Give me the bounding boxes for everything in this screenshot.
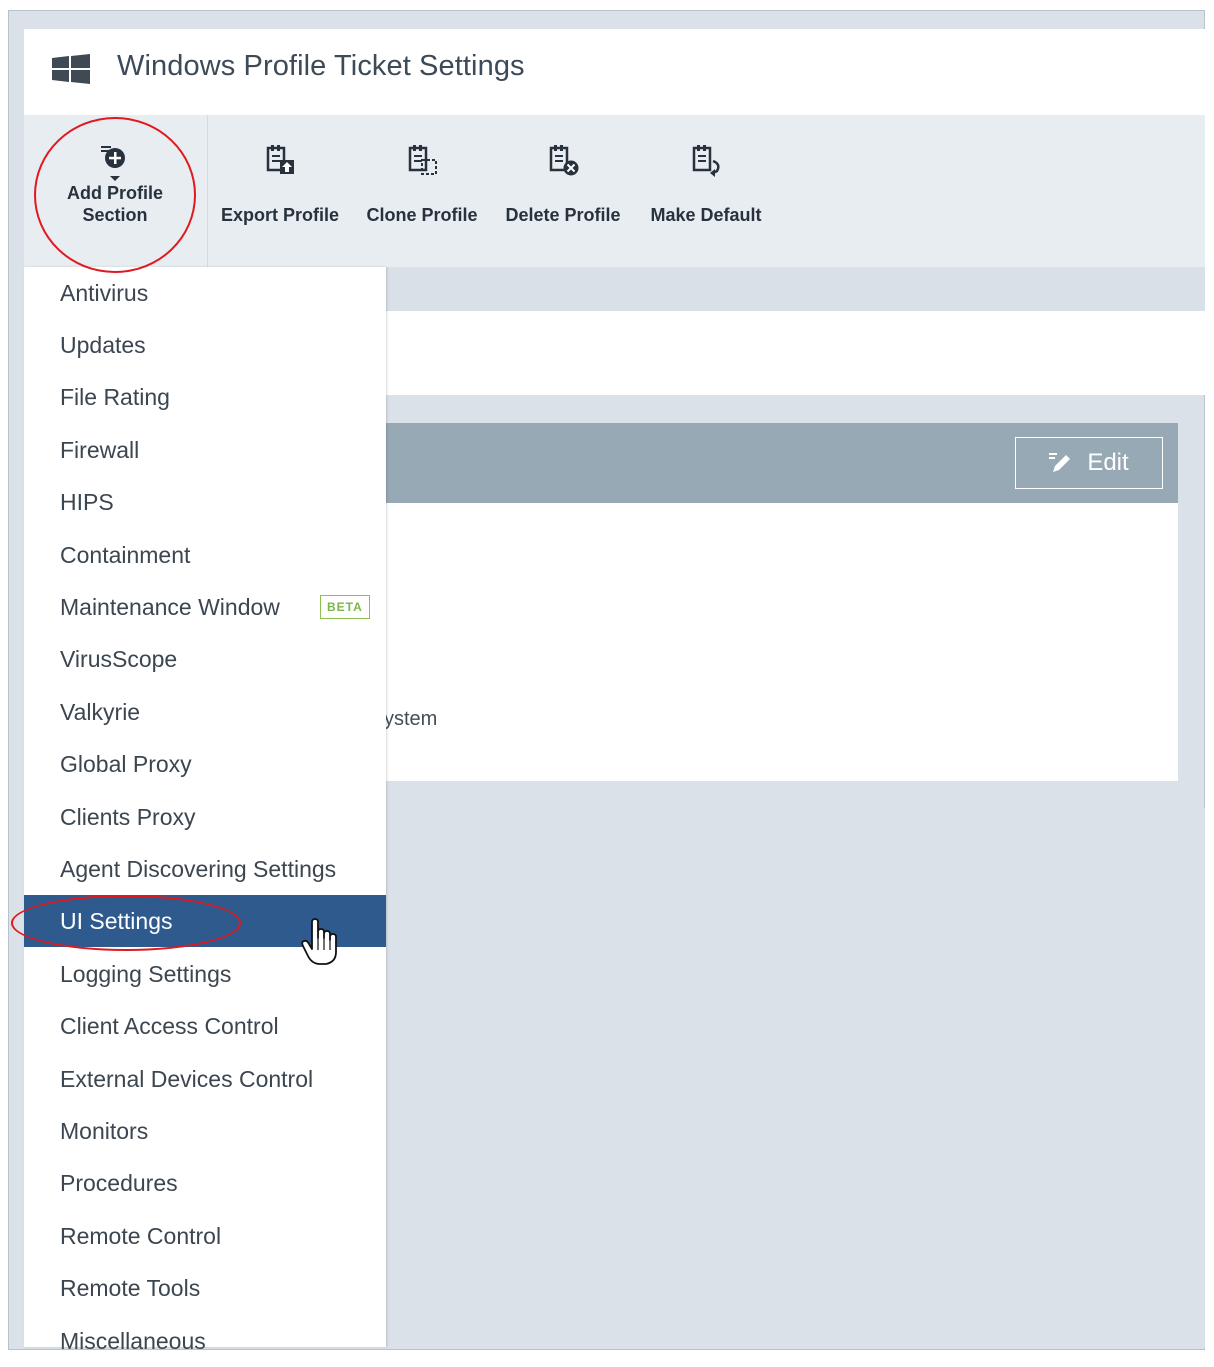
make-default-button[interactable]: Make Default — [645, 140, 767, 226]
menu-item-antivirus[interactable]: Antivirus — [24, 267, 386, 319]
menu-item-remote-control[interactable]: Remote Control — [24, 1210, 386, 1262]
menu-item-containment[interactable]: Containment — [24, 529, 386, 581]
menu-item-updates[interactable]: Updates — [24, 319, 386, 371]
menu-item-external-devices-control[interactable]: External Devices Control — [24, 1053, 386, 1105]
menu-item-clients-proxy[interactable]: Clients Proxy — [24, 791, 386, 843]
menu-item-procedures[interactable]: Procedures — [24, 1157, 386, 1209]
clone-icon — [408, 145, 437, 175]
edit-button[interactable]: Edit — [1015, 437, 1163, 489]
menu-item-hips[interactable]: HIPS — [24, 476, 386, 528]
add-profile-section-button[interactable]: Add Profile Section — [62, 140, 168, 226]
windows-logo-icon — [52, 54, 90, 84]
edit-icon — [1049, 453, 1071, 472]
clone-profile-button[interactable]: Clone Profile — [363, 140, 481, 226]
make-default-icon — [692, 145, 720, 177]
delete-profile-button[interactable]: Delete Profile — [501, 140, 625, 226]
menu-item-maintenance-window-label: Maintenance Window — [60, 594, 280, 620]
export-profile-label: Export Profile — [220, 205, 340, 225]
clone-profile-label: Clone Profile — [366, 205, 478, 225]
add-section-dropdown-menu: Antivirus Updates File Rating Firewall H… — [24, 267, 386, 1354]
add-section-icon — [101, 146, 125, 181]
menu-item-client-access-control[interactable]: Client Access Control — [24, 1000, 386, 1052]
edit-label: Edit — [1087, 449, 1129, 476]
toolbar-separator — [207, 115, 208, 267]
page-title: Windows Profile Ticket Settings — [117, 50, 525, 82]
menu-item-virusscope[interactable]: VirusScope — [24, 633, 386, 685]
menu-item-file-rating[interactable]: File Rating — [24, 371, 386, 423]
menu-item-firewall[interactable]: Firewall — [24, 424, 386, 476]
section-partial-text: ystem — [384, 708, 438, 730]
menu-item-miscellaneous[interactable]: Miscellaneous — [24, 1315, 386, 1367]
delete-icon — [549, 145, 579, 176]
make-default-label: Make Default — [650, 205, 762, 225]
export-icon — [266, 145, 294, 174]
menu-item-maintenance-window[interactable]: Maintenance Window BETA — [24, 581, 386, 633]
add-profile-label-line2: Section — [82, 205, 148, 225]
menu-item-agent-discovering-settings[interactable]: Agent Discovering Settings — [24, 843, 386, 895]
export-profile-button[interactable]: Export Profile — [218, 140, 342, 226]
hand-cursor-icon — [301, 918, 337, 965]
beta-badge: BETA — [320, 595, 370, 619]
menu-item-monitors[interactable]: Monitors — [24, 1105, 386, 1157]
menu-item-valkyrie[interactable]: Valkyrie — [24, 686, 386, 738]
delete-profile-label: Delete Profile — [505, 205, 621, 225]
add-profile-label-line1: Add Profile — [66, 183, 163, 203]
menu-item-remote-tools[interactable]: Remote Tools — [24, 1262, 386, 1314]
menu-item-global-proxy[interactable]: Global Proxy — [24, 738, 386, 790]
